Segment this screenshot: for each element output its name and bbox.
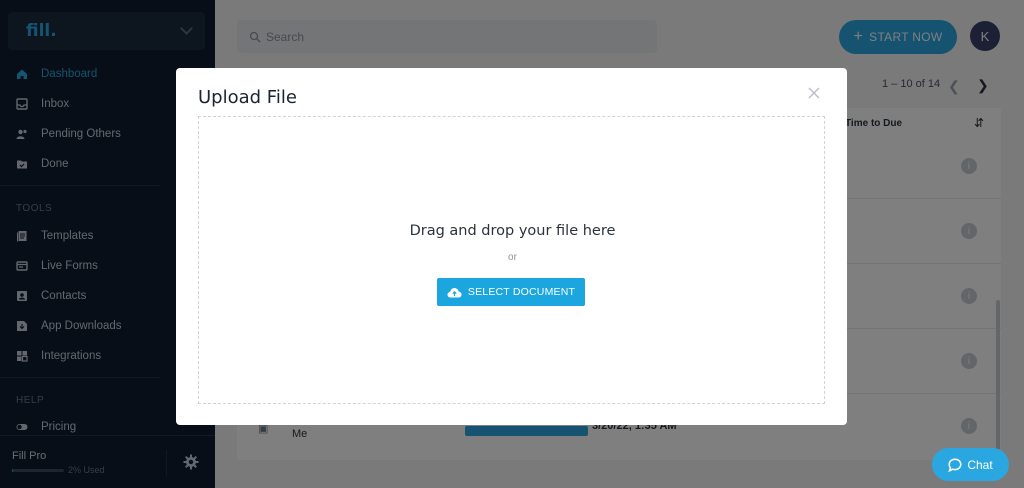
chat-button[interactable]: Chat (932, 448, 1009, 481)
cloud-upload-icon (447, 287, 462, 298)
close-icon[interactable] (807, 86, 821, 100)
upload-file-dialog: Upload File Drag and drop your file here… (176, 68, 847, 425)
dropzone-heading: Drag and drop your file here (409, 223, 616, 239)
file-dropzone[interactable]: Drag and drop your file here or SELECT D… (198, 116, 825, 404)
dropzone-or: or (508, 252, 517, 263)
select-document-label: SELECT DOCUMENT (467, 286, 576, 298)
chat-bubble-icon (948, 457, 962, 472)
select-document-button[interactable]: SELECT DOCUMENT (437, 278, 585, 306)
dialog-title: Upload File (198, 87, 297, 108)
chat-label: Chat (967, 457, 993, 472)
